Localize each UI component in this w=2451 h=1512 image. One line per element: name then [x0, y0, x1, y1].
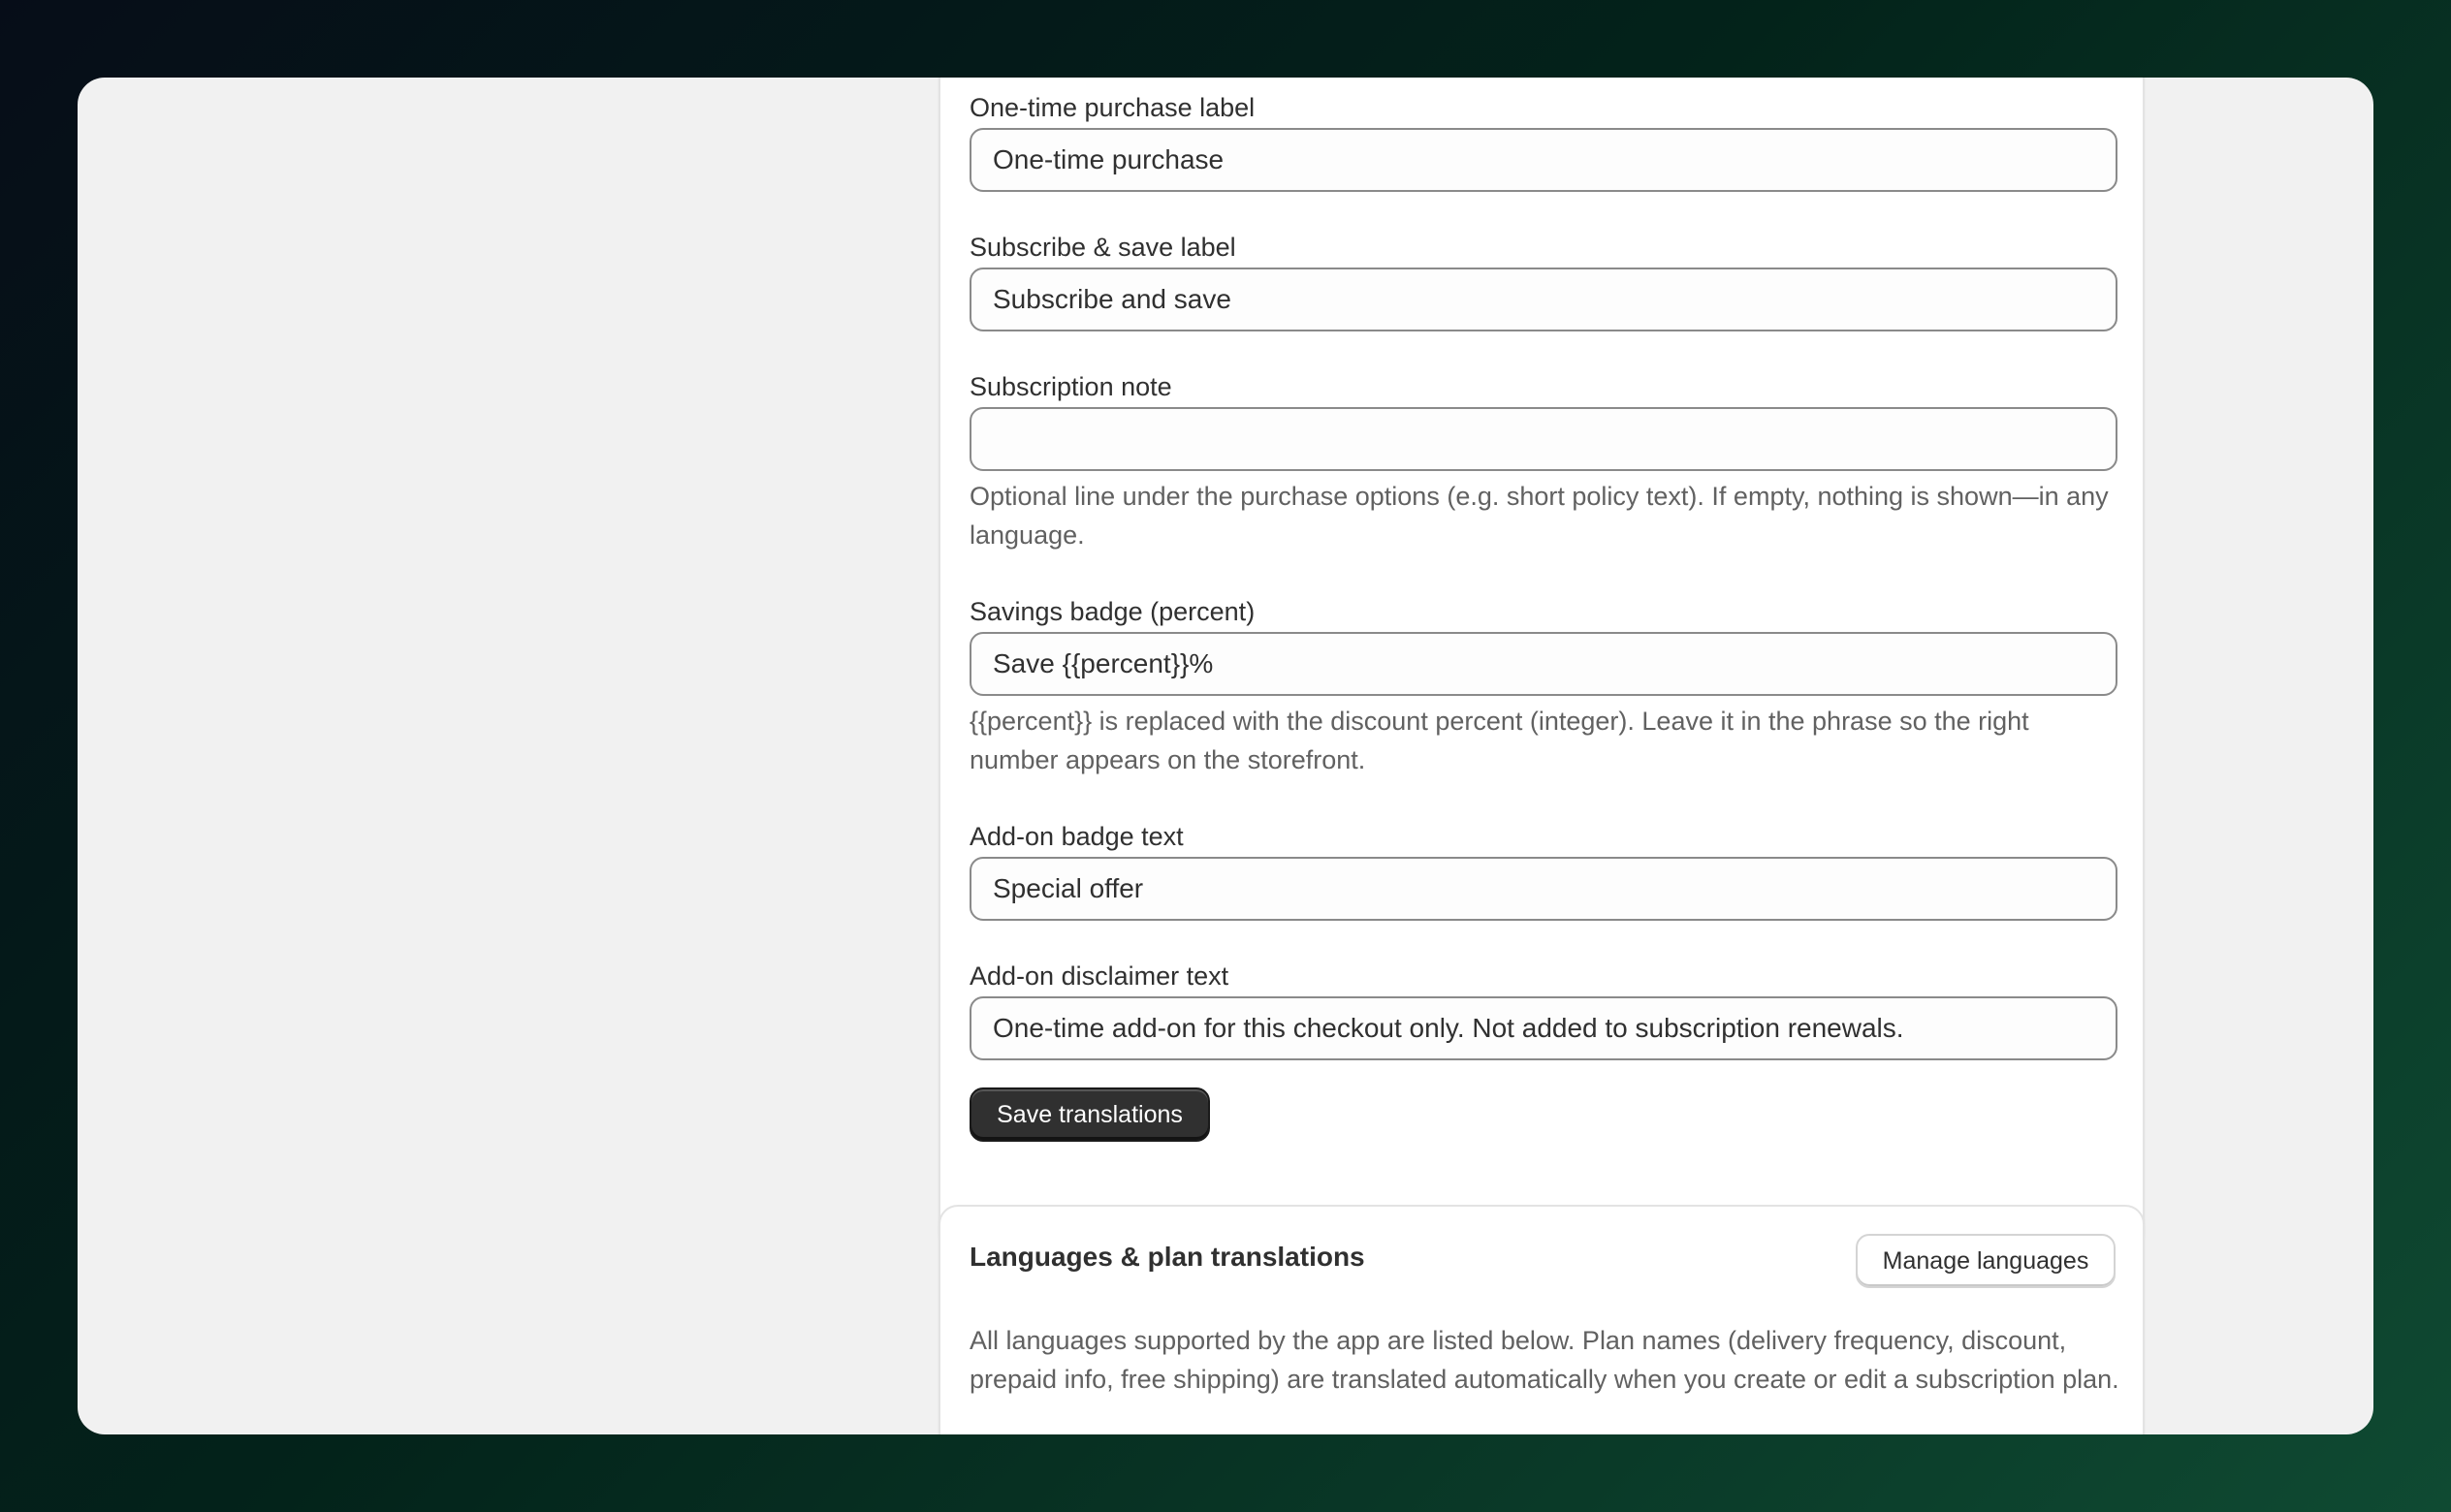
addon-badge-input[interactable]: Special offer [970, 857, 2117, 921]
one-time-purchase-input[interactable]: One-time purchase [970, 128, 2117, 192]
manage-languages-button[interactable]: Manage languages [1856, 1234, 2116, 1288]
subscription-note-help: Optional line under the purchase options… [970, 482, 2109, 550]
savings-badge-help: {{percent}} is replaced with the discoun… [970, 707, 2029, 774]
subscription-note-input[interactable] [970, 407, 2117, 471]
languages-description: All languages supported by the app are l… [970, 1326, 2119, 1394]
addon-badge-label: Add-on badge text [970, 822, 1184, 851]
subscription-note-label: Subscription note [970, 372, 1172, 401]
languages-section-title: Languages & plan translations [970, 1242, 1365, 1272]
save-translations-button[interactable]: Save translations [970, 1087, 1210, 1142]
languages-card: Languages & plan translations Manage lan… [939, 1205, 2145, 1434]
app-window: One-time purchase label One-time purchas… [78, 78, 2373, 1434]
subscribe-save-input[interactable]: Subscribe and save [970, 268, 2117, 331]
one-time-purchase-label: One-time purchase label [970, 93, 1256, 122]
savings-badge-label: Savings badge (percent) [970, 597, 1256, 626]
savings-badge-input[interactable]: Save {{percent}}% [970, 632, 2117, 696]
storefront-translations-card: One-time purchase label One-time purchas… [939, 78, 2145, 1250]
addon-disclaimer-label: Add-on disclaimer text [970, 961, 1229, 991]
addon-disclaimer-input[interactable]: One-time add-on for this checkout only. … [970, 996, 2117, 1060]
subscribe-save-label: Subscribe & save label [970, 233, 1236, 262]
